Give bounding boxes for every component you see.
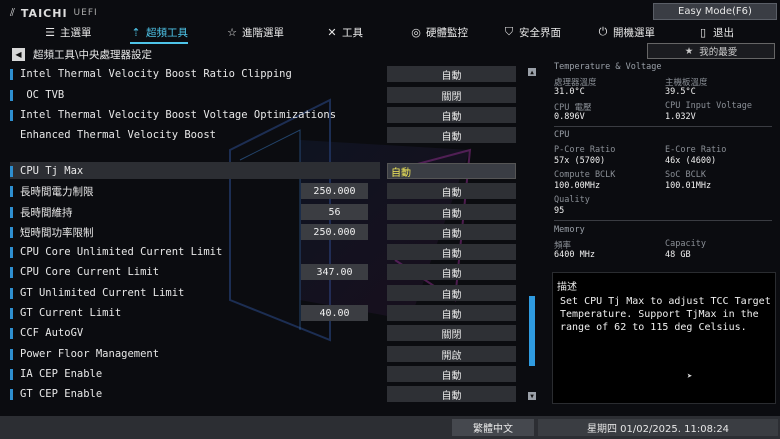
- setting-value[interactable]: 關閉: [387, 325, 516, 341]
- setting-value[interactable]: 自動: [387, 264, 516, 280]
- setting-value[interactable]: 自動: [387, 386, 516, 402]
- settings-list: Intel Thermal Velocity Boost Ratio Clipp…: [0, 0, 540, 439]
- exit-icon: ▯: [699, 25, 707, 39]
- memory-heading: Memory: [554, 225, 585, 235]
- setting-value[interactable]: 自動: [387, 366, 516, 382]
- power-icon: ⏻: [598, 25, 608, 38]
- description-title: 描述: [557, 282, 577, 293]
- easy-mode-button[interactable]: Easy Mode(F6): [653, 3, 777, 20]
- cpu-input-voltage-label: CPU Input Voltage: [665, 101, 752, 111]
- setting-value-selected[interactable]: 自動: [387, 163, 516, 179]
- setting-value[interactable]: 自動: [387, 127, 516, 143]
- setting-value[interactable]: 自動: [387, 285, 516, 301]
- mem-capacity-value: 48 GB: [665, 250, 691, 260]
- setting-value[interactable]: 自動: [387, 305, 516, 321]
- row-marker: [10, 388, 13, 400]
- favorites-button[interactable]: ★ 我的最愛: [647, 43, 775, 59]
- pcore-ratio-value: 57x (5700): [554, 156, 606, 166]
- row-marker: [10, 68, 13, 80]
- setting-value[interactable]: 自動: [387, 224, 516, 240]
- cpu-heading: CPU: [554, 130, 570, 140]
- compute-bclk-label: Compute BCLK: [554, 170, 616, 180]
- row-marker: [10, 206, 13, 218]
- nav-exit[interactable]: ▯ 退出: [697, 22, 734, 42]
- cpu-temp-value: 31.0°C: [554, 87, 585, 97]
- row-marker: [10, 327, 13, 339]
- temp-voltage-heading: Temperature & Voltage: [554, 62, 662, 72]
- divider: [554, 126, 772, 127]
- scroll-down-arrow-icon[interactable]: ▼: [528, 392, 536, 400]
- row-marker: [10, 109, 13, 121]
- row-marker: [10, 226, 13, 238]
- row-marker: [10, 165, 13, 177]
- row-marker: [10, 185, 13, 197]
- setting-value[interactable]: 關閉: [387, 87, 516, 103]
- hardware-info-panel: Temperature & Voltage 處理器溫度 31.0°C 主機板溫度…: [548, 62, 776, 262]
- row-marker: [10, 89, 13, 101]
- setting-value[interactable]: 自動: [387, 204, 516, 220]
- mb-temp-value: 39.5°C: [665, 87, 696, 97]
- row-marker: [10, 246, 13, 258]
- quality-label: Quality: [554, 195, 590, 205]
- mem-capacity-label: Capacity: [665, 239, 706, 249]
- setting-number-input[interactable]: 40.00: [301, 305, 368, 321]
- cpu-voltage-value: 0.896V: [554, 112, 585, 122]
- scroll-up-arrow-icon[interactable]: ▲: [528, 68, 536, 76]
- setting-value[interactable]: 開啟: [387, 346, 516, 362]
- description-box: 描述 Set CPU Tj Max to adjust TCC Target T…: [552, 272, 776, 404]
- nav-boot[interactable]: ⏻ 開機選單: [597, 22, 655, 42]
- description-text: Set CPU Tj Max to adjust TCC Target Temp…: [560, 296, 771, 333]
- language-button[interactable]: 繁體中文: [452, 419, 534, 436]
- mem-freq-value: 6400 MHz: [554, 250, 595, 260]
- row-marker: [10, 266, 13, 278]
- cpu-input-voltage-value: 1.032V: [665, 112, 696, 122]
- row-marker: [10, 368, 13, 380]
- setting-value[interactable]: 自動: [387, 244, 516, 260]
- setting-value[interactable]: 自動: [387, 107, 516, 123]
- ecore-ratio-label: E-Core Ratio: [665, 145, 727, 155]
- soc-bclk-label: SoC BCLK: [665, 170, 706, 180]
- scrollbar-thumb[interactable]: [529, 296, 535, 366]
- pcore-ratio-label: P-Core Ratio: [554, 145, 616, 155]
- setting-value[interactable]: 自動: [387, 183, 516, 199]
- quality-value: 95: [554, 206, 565, 216]
- setting-value[interactable]: 自動: [387, 66, 516, 82]
- star-icon: ★: [684, 45, 694, 57]
- row-marker: [10, 348, 13, 360]
- row-marker: [10, 130, 13, 141]
- row-marker: [10, 307, 13, 319]
- divider: [554, 220, 772, 221]
- datetime-display: 星期四 01/02/2025. 11:08:24: [538, 419, 778, 436]
- setting-number-input[interactable]: 250.000: [301, 224, 368, 240]
- compute-bclk-value: 100.00MHz: [554, 181, 601, 191]
- setting-number-input[interactable]: 250.000: [301, 183, 368, 199]
- row-marker: [10, 287, 13, 299]
- ecore-ratio-value: 46x (4600): [665, 156, 717, 166]
- setting-number-input[interactable]: 56: [301, 204, 368, 220]
- setting-number-input[interactable]: 347.00: [301, 264, 368, 280]
- soc-bclk-value: 100.01MHz: [665, 181, 712, 191]
- mouse-cursor-icon: ➤: [687, 372, 693, 382]
